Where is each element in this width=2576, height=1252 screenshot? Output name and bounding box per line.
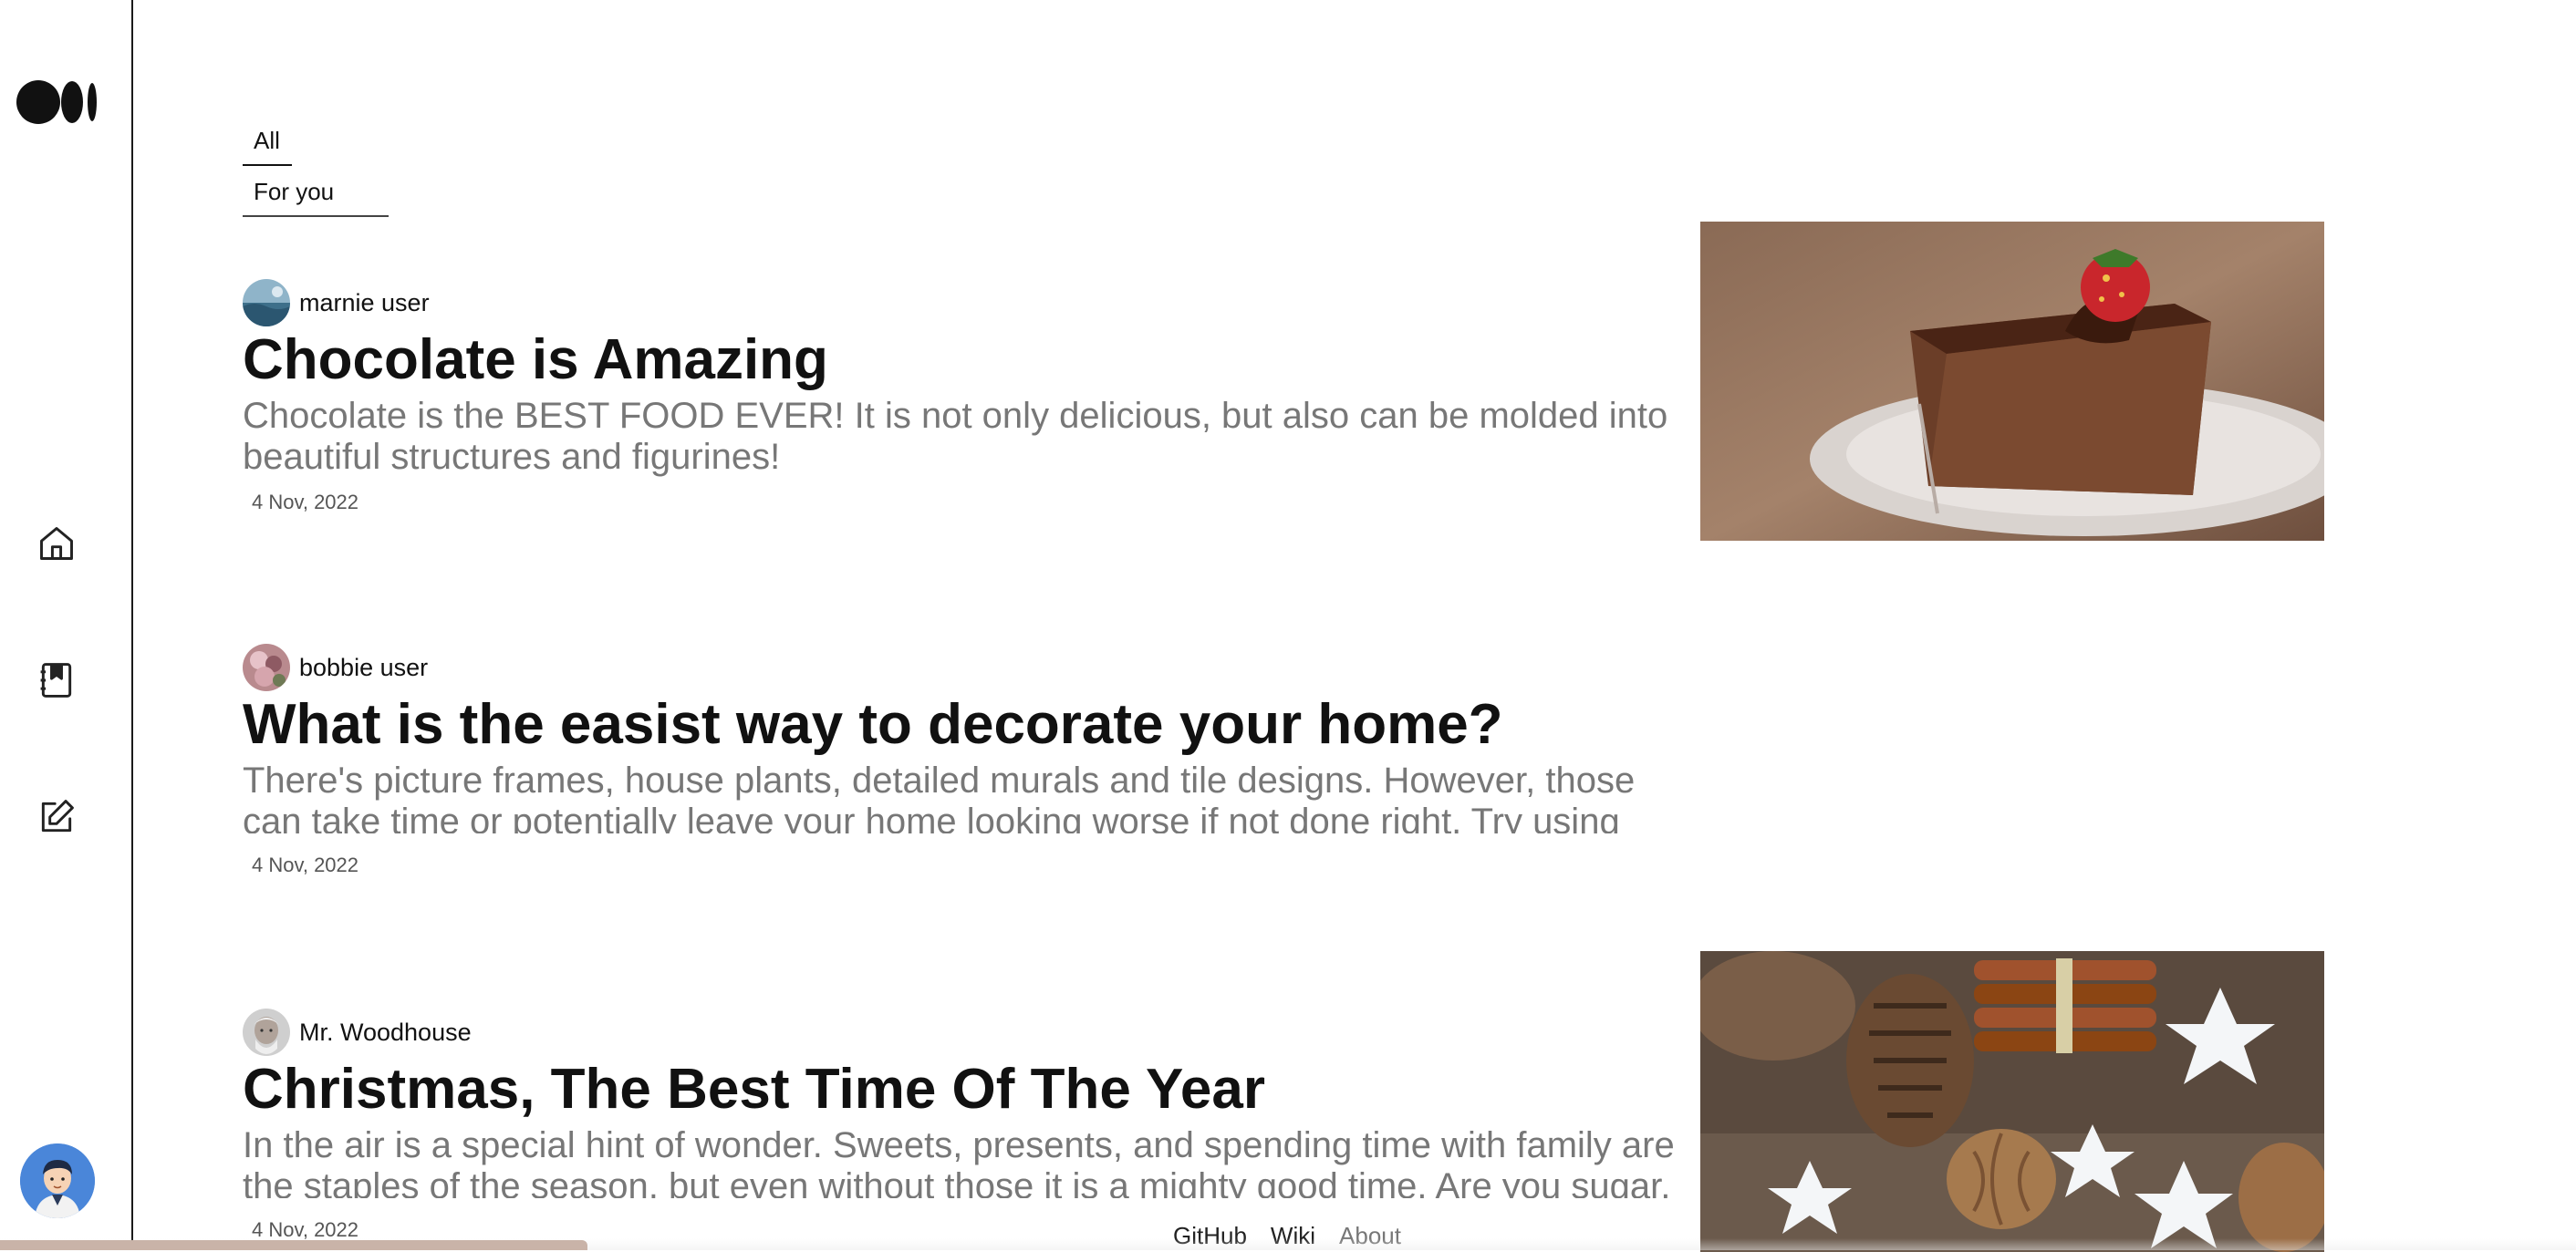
author-row[interactable]: bobbie user (243, 642, 1688, 693)
christmas-cookies-image (1700, 951, 2324, 1252)
author-avatar (243, 644, 290, 691)
nav-write-button[interactable] (35, 795, 78, 839)
author-name: bobbie user (299, 653, 429, 681)
article-card[interactable]: bobbie user What is the easist way to de… (243, 642, 1688, 877)
article-card[interactable]: Mr. Woodhouse Christmas, The Best Time O… (243, 1007, 1688, 1242)
sidebar (0, 0, 133, 1250)
bookmarks-icon (40, 663, 72, 698)
author-avatar (243, 279, 290, 326)
feed-tabs: All For you (243, 115, 389, 217)
author-row[interactable]: marnie user (243, 277, 1688, 328)
article-card[interactable]: marnie user Chocolate is Amazing Chocola… (243, 277, 1688, 514)
article-excerpt: There's picture frames, house plants, de… (243, 761, 1636, 833)
nav-bookmarks-button[interactable] (35, 658, 78, 702)
medium-logo-icon[interactable] (16, 78, 100, 126)
article-excerpt: In the air is a special hint of wonder. … (243, 1125, 1675, 1198)
author-name: Mr. Woodhouse (299, 1018, 472, 1046)
bottom-bar (0, 1240, 587, 1250)
tab-all[interactable]: All (243, 115, 292, 166)
article-thumbnail[interactable] (1700, 222, 2324, 541)
article-title[interactable]: Chocolate is Amazing (243, 328, 1688, 394)
article-title[interactable]: What is the easist way to decorate your … (243, 693, 1688, 759)
user-avatar-icon[interactable] (20, 1143, 95, 1218)
tab-for-you[interactable]: For you (243, 166, 389, 217)
author-row[interactable]: Mr. Woodhouse (243, 1007, 1688, 1058)
article-thumbnail[interactable] (1700, 951, 2324, 1252)
home-icon (40, 527, 73, 560)
write-icon (41, 800, 74, 833)
article-excerpt: Chocolate is the BEST FOOD EVER! It is n… (243, 396, 1668, 477)
article-date: 4 Nov, 2022 (252, 854, 359, 876)
article-title[interactable]: Christmas, The Best Time Of The Year (243, 1058, 1688, 1123)
chocolate-cake-image (1700, 222, 2324, 541)
author-name: marnie user (299, 288, 430, 316)
nav-home-button[interactable] (35, 522, 78, 565)
article-date: 4 Nov, 2022 (252, 491, 359, 513)
author-avatar (243, 1009, 290, 1056)
